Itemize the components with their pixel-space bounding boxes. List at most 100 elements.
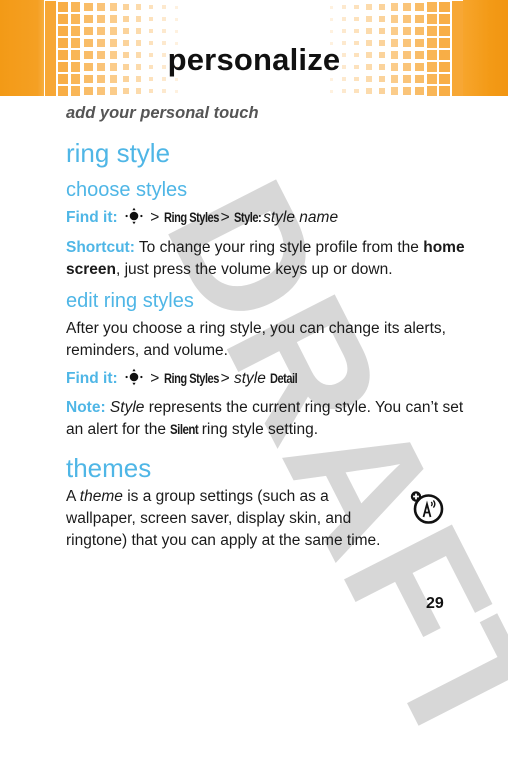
header-dot [439,25,451,37]
header-dot [451,1,464,13]
style-name-value: style name [263,209,339,226]
header-dot [135,88,142,94]
header-dot [427,2,437,12]
shortcut-text-end: , just press the volume keys up or down. [115,261,393,278]
page-number: 29 [426,595,444,612]
header-dot [427,14,437,24]
header-dot [329,5,333,9]
menu-silent: Silent [170,422,199,437]
header-dot [96,14,105,24]
shortcut-note: Shortcut: To change your ring style prof… [66,237,466,281]
header-dot [402,86,411,96]
header-dot [148,4,154,10]
style-term: Style [109,399,145,416]
note-label: Note: [66,399,106,416]
header-dot [70,86,81,96]
menu-style: Style: [233,210,262,225]
header-dot [354,28,359,34]
header-dot [109,3,117,11]
header-dot [390,3,398,11]
note-text-end: ring style setting. [197,421,319,438]
header-dot [122,15,130,23]
menu-separator: > [150,370,160,387]
header-dot [354,88,359,94]
header-dot [354,4,359,10]
page-subtitle: add your personal touch [66,104,259,122]
heading-choose-styles: choose styles [66,179,188,201]
header-dot [109,27,117,35]
header-dot [57,85,69,96]
nav-key-icon [125,368,143,386]
header-dot [161,29,166,33]
header-dot [341,29,346,33]
header-dot [44,25,57,37]
header-dot [451,85,464,96]
header-dot [366,28,372,34]
heading-ring-style: ring style [66,138,171,168]
header-dot [427,86,437,96]
header-dot [341,17,346,21]
header-dot [415,2,424,12]
header-dot [57,13,69,25]
header-dot [161,5,166,9]
header-dot [122,3,130,11]
header-dot [439,13,451,25]
header-dot [148,88,154,94]
header-dot [341,89,346,93]
find-it-choose-styles: Find it: > Ring Styles > Style: style name [66,207,466,229]
menu-separator: > [220,370,230,387]
shortcut-label: Shortcut: [66,239,135,256]
header-dot [390,15,398,23]
header-dot [83,26,93,36]
page-title: personalize [167,42,341,77]
menu-ring-styles: Ring Styles [163,371,219,386]
header-dot [390,27,398,35]
header-dot [96,86,105,96]
header-dot [378,27,385,35]
header-dot [174,89,178,93]
header-dot [135,16,142,22]
themes-body: A theme is a group settings (such as a w… [66,486,401,552]
shortcut-text: To change your ring style profile from t… [134,239,424,256]
header-dot [96,2,105,12]
header-dot [148,16,154,22]
nav-key-icon [125,207,143,225]
header-dot [415,86,424,96]
menu-separator: > [220,209,230,226]
header-dot [70,2,81,12]
header-dot [366,4,372,10]
header-dot [329,17,333,21]
header-dot [378,15,385,23]
header-dot [439,85,451,96]
header-dot [366,16,372,22]
find-it-label: Find it: [66,209,118,226]
header-dot [402,14,411,24]
header-dot [44,1,57,13]
header-dot [44,85,57,96]
header-band: personalize [0,0,508,96]
header-dot [341,5,346,9]
header-dot [161,17,166,21]
header-dot [96,26,105,36]
header-dot [83,2,93,12]
header-dot [161,89,166,93]
edit-styles-body: After you choose a ring style, you can c… [66,320,446,359]
header-dot [122,27,130,35]
header-dot [70,14,81,24]
header-dot [415,14,424,24]
header-dot [44,13,57,25]
header-dot [122,87,130,95]
theme-term: theme [79,488,123,505]
menu-ring-styles: Ring Styles [163,210,219,225]
header-dot [354,16,359,22]
heading-themes: themes [66,453,152,483]
header-dot [439,1,451,13]
header-dot [109,15,117,23]
header-dot [57,1,69,13]
themes-text: A [66,488,80,505]
header-dot [83,86,93,96]
menu-detail: Detail [270,371,298,386]
header-dot [174,17,178,21]
header-dot [451,13,464,25]
header-dot [451,25,464,37]
